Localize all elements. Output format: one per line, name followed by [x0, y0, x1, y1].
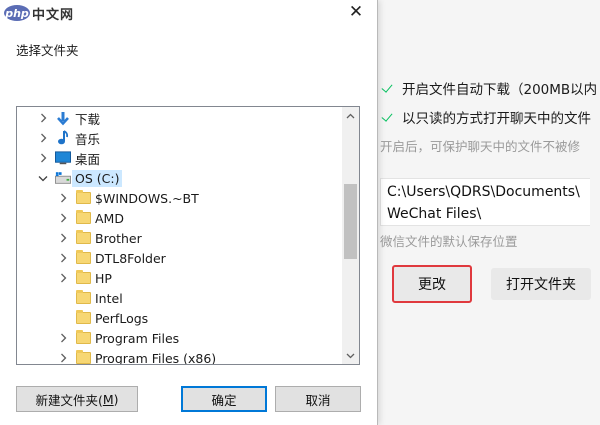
new-folder-accesskey: M [102, 391, 114, 407]
scroll-thumb[interactable] [344, 184, 357, 259]
scroll-up-icon[interactable] [342, 107, 359, 124]
desktop-icon [55, 151, 71, 166]
folder-icon [75, 210, 91, 226]
close-icon[interactable]: ✕ [344, 1, 368, 23]
readonly-hint: 开启后，可保护聊天中的文件不被修 [380, 139, 581, 154]
folder-tree-item[interactable]: Program Files (x86) [17, 348, 342, 365]
folder-icon [75, 290, 91, 306]
folder-icon [75, 330, 91, 346]
chevron-right-icon[interactable] [57, 232, 69, 244]
folder-icon [75, 250, 91, 266]
folder-tree-item[interactable]: DTL8Folder [17, 248, 342, 268]
folder-tree-item-label: AMD [95, 210, 124, 226]
dialog-prompt: 选择文件夹 [16, 43, 79, 58]
folder-tree-item[interactable]: $WINDOWS.~BT [17, 188, 342, 208]
folder-tree-item[interactable]: Intel [17, 288, 342, 308]
auto-download-option[interactable]: 开启文件自动下载（200MB以内 [381, 78, 597, 98]
folder-tree-item-label: 音乐 [75, 131, 101, 147]
save-path-line1: C:\Users\QDRS\Documents\ [387, 184, 580, 200]
folder-tree-item-label: 桌面 [75, 151, 101, 167]
folder-tree-item[interactable]: 下载 [17, 108, 342, 128]
folder-tree-item[interactable]: Brother [17, 228, 342, 248]
folder-icon [75, 350, 91, 364]
folder-tree[interactable]: 下载音乐桌面 OS (C:) $WINDOWS.~BT AMD Brother DTL8F… [16, 106, 360, 365]
watermark-php: php [4, 5, 30, 21]
check-icon [381, 82, 394, 95]
folder-tree-item-label: DTL8Folder [95, 250, 166, 266]
check-icon [381, 111, 394, 124]
folder-tree-item[interactable]: 桌面 [17, 148, 342, 168]
new-folder-label: 新建文件夹( [35, 392, 103, 408]
chevron-right-icon[interactable] [57, 212, 69, 224]
chevron-down-icon[interactable] [37, 172, 49, 184]
folder-icon [75, 310, 91, 326]
folder-icon [75, 270, 91, 286]
folder-tree-item-label: $WINDOWS.~BT [95, 190, 199, 206]
auto-download-label: 开启文件自动下载（200MB以内 [402, 82, 598, 98]
folder-tree-item-label: Program Files [95, 330, 180, 346]
folder-tree-item-label: OS (C:) [72, 169, 123, 187]
folder-tree-item-label: PerfLogs [95, 310, 149, 326]
ok-button[interactable]: 确定 [181, 386, 267, 412]
change-button[interactable]: 更改 [392, 265, 472, 303]
folder-icon [75, 230, 91, 246]
drive-icon [55, 171, 71, 186]
chevron-right-icon[interactable] [37, 132, 49, 144]
watermark-cn: 中文网 [32, 7, 75, 23]
new-folder-label-close: ) [113, 391, 119, 407]
folder-tree-item[interactable]: AMD [17, 208, 342, 228]
folder-tree-item[interactable]: HP [17, 268, 342, 288]
save-path-field: C:\Users\QDRS\Documents\ WeChat Files\ [380, 178, 590, 226]
folder-tree-item-label: Brother [95, 230, 142, 246]
chevron-right-icon[interactable] [57, 352, 69, 364]
chevron-right-icon[interactable] [57, 272, 69, 284]
save-path-hint: 微信文件的默认保存位置 [380, 234, 518, 249]
chevron-right-icon[interactable] [57, 252, 69, 264]
dialog-titlebar: php 中文网 ✕ [0, 0, 377, 26]
open-folder-button[interactable]: 打开文件夹 [491, 268, 591, 300]
scroll-down-icon[interactable] [342, 347, 359, 364]
chevron-right-icon[interactable] [37, 152, 49, 164]
folder-tree-item-label: Program Files (x86) [95, 350, 217, 365]
chevron-right-icon[interactable] [57, 192, 69, 204]
chevron-right-icon[interactable] [57, 332, 69, 344]
folder-tree-item-label: HP [95, 270, 112, 286]
folder-tree-item[interactable]: Program Files [17, 328, 342, 348]
watermark-logo: php 中文网 [0, 0, 74, 26]
readonly-option[interactable]: 以只读的方式打开聊天中的文件 [381, 107, 591, 127]
folder-tree-item[interactable]: PerfLogs [17, 308, 342, 328]
readonly-label: 以只读的方式打开聊天中的文件 [402, 111, 591, 127]
cancel-button[interactable]: 取消 [275, 386, 361, 412]
folder-tree-item-label: 下载 [75, 111, 101, 127]
new-folder-button[interactable]: 新建文件夹(M) [16, 386, 138, 412]
download-arrow-icon [55, 111, 71, 126]
folder-tree-item[interactable]: OS (C:) [17, 168, 342, 188]
folder-dialog: php 中文网 ✕ 选择文件夹 下载音乐桌面 OS (C:) $WINDOWS.~B… [0, 0, 378, 425]
save-path-line2: WeChat Files\ [387, 206, 482, 222]
music-note-icon [55, 130, 71, 146]
tree-vertical-scrollbar[interactable] [342, 107, 359, 364]
folder-icon [75, 190, 91, 206]
folder-tree-item[interactable]: 音乐 [17, 128, 342, 148]
folder-tree-item-label: Intel [95, 290, 123, 306]
chevron-right-icon[interactable] [37, 112, 49, 124]
